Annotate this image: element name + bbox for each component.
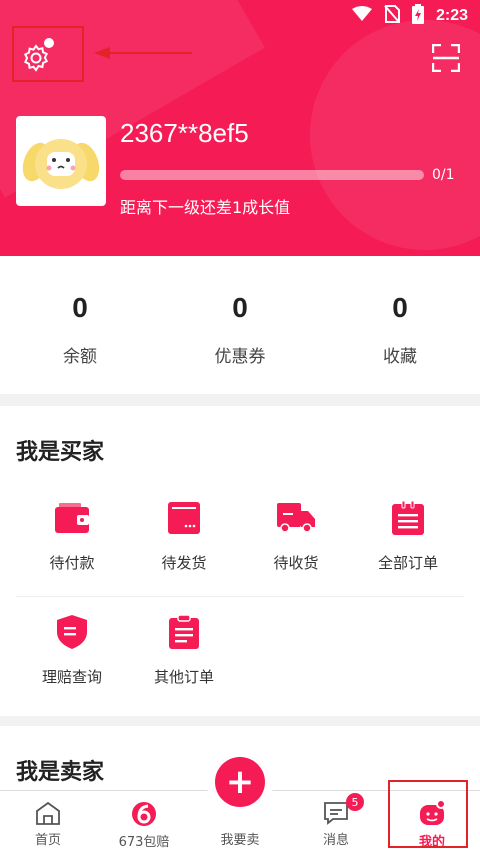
status-time: 2:23: [435, 7, 468, 24]
stat-label: 优惠券: [214, 347, 266, 367]
stat-coupons[interactable]: 0 优惠券: [160, 256, 320, 394]
message-icon: [324, 802, 348, 825]
nav-messages-label: 消息: [322, 833, 349, 848]
stat-value: 0: [232, 292, 248, 323]
gear-icon: [23, 44, 49, 72]
stat-label: 余额: [63, 347, 97, 367]
wallet-icon: [52, 498, 92, 538]
home-icon: [36, 801, 60, 825]
claim-inquiry-label: 理赔查询: [41, 668, 102, 686]
order-pending-payment-label: 待付款: [49, 554, 95, 572]
battery-icon: [411, 4, 424, 28]
nav-673-guarantee-label: 673包赔: [118, 835, 170, 850]
shield-icon: [52, 612, 92, 652]
brand-6-icon: [132, 802, 156, 826]
order-pending-receipt[interactable]: 待收货: [240, 498, 352, 573]
username: 2367**8ef5: [120, 118, 249, 148]
stat-favorites[interactable]: 0 收藏: [320, 256, 480, 394]
no-sim-icon: [384, 5, 400, 27]
nav-mine-label: 我的: [418, 835, 445, 850]
clipboard-icon: [164, 612, 204, 652]
order-pending-payment[interactable]: 待付款: [16, 498, 128, 573]
order-pending-shipment[interactable]: 待发货: [128, 498, 240, 573]
nav-mine[interactable]: 我的: [384, 791, 480, 853]
stat-balance[interactable]: 0 余额: [0, 256, 160, 394]
account-stats: 0 余额 0 优惠券 0 收藏: [0, 256, 480, 394]
row-divider: [16, 596, 464, 597]
stat-value: 0: [72, 292, 88, 323]
order-pending-shipment-label: 待发货: [161, 554, 207, 572]
other-orders-label: 其他订单: [153, 668, 214, 686]
package-icon: [164, 498, 204, 538]
notification-dot: [436, 799, 446, 809]
buyer-row-2: 理赔查询 其他订单: [16, 612, 464, 687]
puppy-avatar-icon: [22, 139, 100, 189]
growth-progress-bar: [120, 170, 424, 180]
avatar[interactable]: [16, 116, 106, 206]
level-hint: 距离下一级还差1成长值: [120, 198, 291, 217]
stat-value: 0: [392, 292, 408, 323]
nav-messages[interactable]: 5 消息: [288, 791, 384, 853]
nav-sell-label: 我要卖: [220, 833, 260, 848]
wifi-icon: [351, 6, 372, 26]
message-count-badge: 5: [346, 793, 364, 811]
annotation-arrow: [94, 47, 192, 59]
order-pending-receipt-label: 待收货: [273, 554, 319, 572]
profile-header: 2:23 2367**8ef5 0/1 距离下一级还差1成长值: [0, 0, 480, 256]
settings-button[interactable]: [12, 26, 84, 82]
bottom-navigation: 首页 673包赔 + 我要卖 5 消息 我的: [0, 751, 480, 853]
buyer-row-1: 待付款 待发货 待收货 全部订单: [16, 498, 464, 573]
order-all[interactable]: 全部订单: [352, 498, 464, 573]
plus-icon[interactable]: +: [215, 757, 265, 807]
scan-icon[interactable]: [431, 43, 461, 76]
nav-sell[interactable]: + 我要卖: [192, 751, 288, 853]
nav-home-label: 首页: [34, 833, 61, 848]
buyer-section: 我是买家 待付款 待发货 待收货 全部订单 理赔查询 其他订单: [0, 406, 480, 716]
buyer-section-title: 我是买家: [16, 440, 105, 465]
claim-inquiry[interactable]: 理赔查询: [16, 612, 128, 687]
notification-dot: [44, 38, 54, 48]
seller-section-title: 我是卖家: [16, 760, 105, 785]
stat-label: 收藏: [383, 347, 417, 367]
order-all-label: 全部订单: [377, 554, 438, 572]
growth-progress-text: 0/1: [432, 167, 455, 183]
nav-home[interactable]: 首页: [0, 791, 96, 853]
nav-673-guarantee[interactable]: 673包赔: [96, 791, 192, 853]
truck-icon: [276, 498, 316, 538]
order-list-icon: [388, 498, 428, 538]
other-orders[interactable]: 其他订单: [128, 612, 240, 687]
